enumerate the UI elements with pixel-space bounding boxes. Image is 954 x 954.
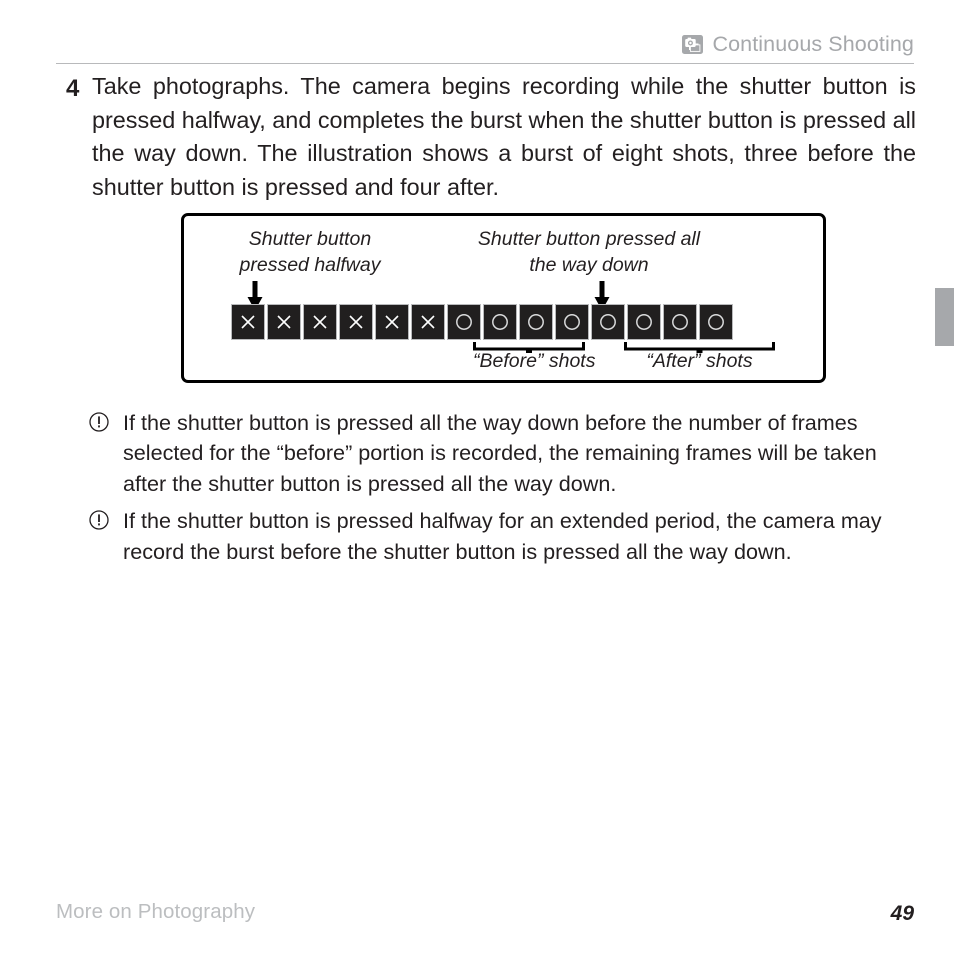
frame-cell — [483, 304, 517, 340]
notes-list: If the shutter button is pressed all the… — [88, 408, 916, 574]
circle-icon — [564, 314, 580, 330]
frame-cell — [375, 304, 409, 340]
circle-icon — [528, 314, 544, 330]
chapter-edge-tab — [935, 288, 954, 346]
frame-cell — [555, 304, 589, 340]
label-shutter-halfway: Shutter button pressed halfway — [239, 228, 381, 276]
note-text: If the shutter button is pressed halfway… — [123, 508, 882, 564]
step-block: 4 Take photographs. The camera begins re… — [66, 70, 916, 204]
frame-cell — [339, 304, 373, 340]
circle-icon — [456, 314, 472, 330]
cross-icon — [313, 315, 327, 329]
step-text: Take photographs. The camera begins reco… — [92, 73, 916, 200]
frame-cell — [447, 304, 481, 340]
header-title: Continuous Shooting — [712, 31, 914, 56]
frame-cell — [663, 304, 697, 340]
frame-cell — [267, 304, 301, 340]
label-after-shots: “After” shots — [646, 350, 753, 372]
page-number: 49 — [890, 902, 914, 925]
frame-strip — [231, 304, 733, 340]
cross-icon — [349, 315, 363, 329]
frame-cell — [519, 304, 553, 340]
frame-cell — [699, 304, 733, 340]
continuous-shooting-icon — [682, 34, 704, 54]
frame-cell — [303, 304, 337, 340]
note-item: If the shutter button is pressed halfway… — [88, 506, 916, 567]
footer-section-name: More on Photography — [56, 900, 256, 923]
step-number: 4 — [66, 75, 80, 102]
cross-icon — [277, 315, 291, 329]
circle-icon — [636, 314, 652, 330]
circle-icon — [600, 314, 616, 330]
cross-icon — [241, 315, 255, 329]
circle-icon — [492, 314, 508, 330]
circle-icon — [672, 314, 688, 330]
circle-icon — [708, 314, 724, 330]
frame-cell — [411, 304, 445, 340]
label-shutter-full-down: Shutter button pressed all the way down — [477, 228, 701, 276]
caution-icon — [88, 411, 110, 433]
cross-icon — [421, 315, 435, 329]
frame-cell — [231, 304, 265, 340]
note-text: If the shutter button is pressed all the… — [123, 410, 877, 496]
note-item: If the shutter button is pressed all the… — [88, 408, 916, 499]
cross-icon — [385, 315, 399, 329]
label-before-shots: “Before” shots — [473, 350, 596, 372]
page-header: Continuous Shooting — [56, 26, 914, 62]
frame-cell — [591, 304, 625, 340]
header-divider — [56, 63, 914, 64]
burst-illustration: Shutter button pressed halfway Shutter b… — [181, 213, 826, 383]
caution-icon — [88, 509, 110, 531]
frame-cell — [627, 304, 661, 340]
